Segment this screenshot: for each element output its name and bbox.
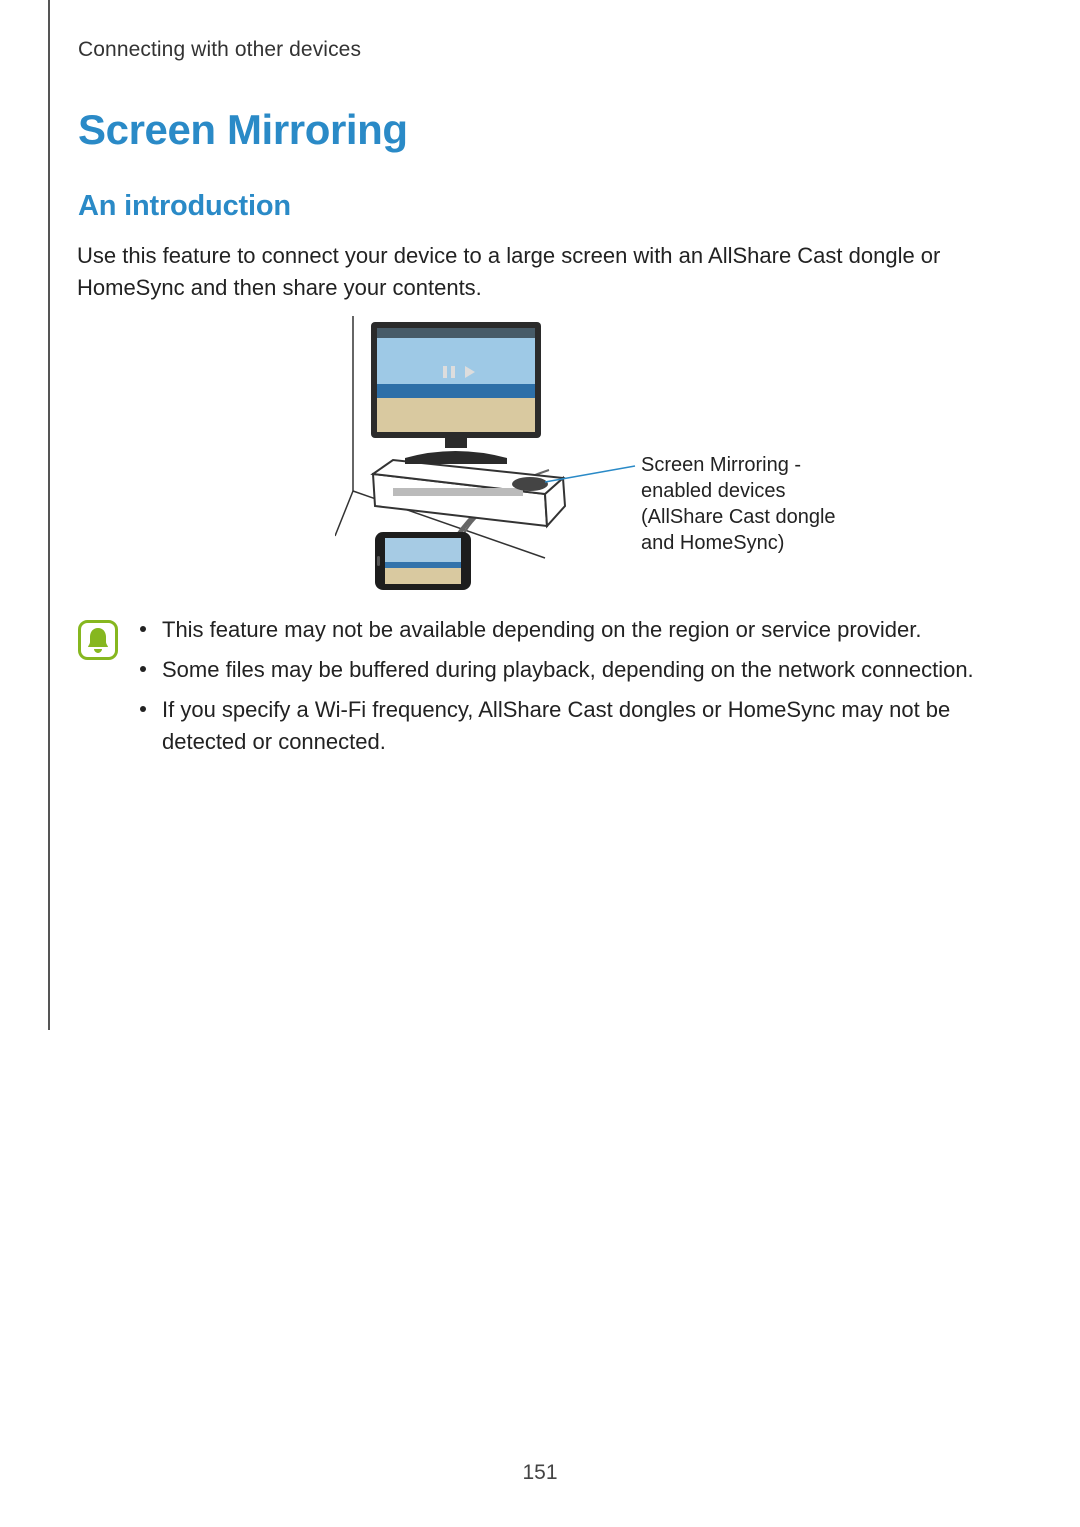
bullet-icon	[140, 666, 146, 672]
bullet-icon	[140, 706, 146, 712]
page-title: Screen Mirroring	[78, 106, 408, 154]
note-text: If you specify a Wi-Fi frequency, AllSha…	[162, 697, 950, 754]
page-left-rule	[48, 0, 50, 1030]
breadcrumb: Connecting with other devices	[78, 38, 361, 62]
note-item: If you specify a Wi-Fi frequency, AllSha…	[134, 694, 994, 758]
note-list: This feature may not be available depend…	[134, 614, 994, 766]
note-text: This feature may not be available depend…	[162, 617, 921, 642]
figure-callout: Screen Mirroring -enabled devices (AllSh…	[641, 452, 861, 556]
note-bell-icon	[78, 620, 118, 660]
note-item: Some files may be buffered during playba…	[134, 654, 994, 686]
page-number: 151	[0, 1461, 1080, 1485]
section-heading: An introduction	[78, 190, 291, 223]
intro-paragraph: Use this feature to connect your device …	[77, 240, 947, 304]
bullet-icon	[140, 626, 146, 632]
note-item: This feature may not be available depend…	[134, 614, 994, 646]
note-text: Some files may be buffered during playba…	[162, 657, 974, 682]
